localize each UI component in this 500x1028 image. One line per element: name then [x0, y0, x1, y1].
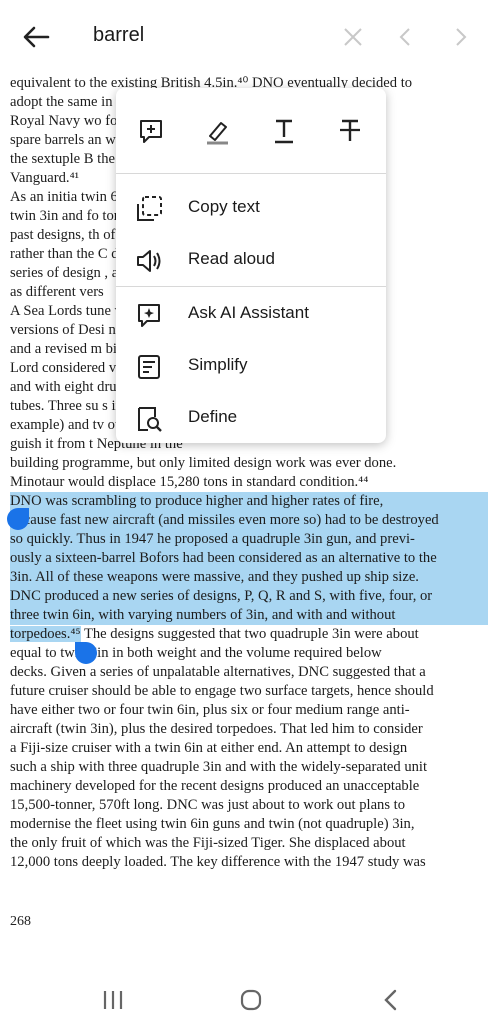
- simplify-menu-item[interactable]: Simplify: [116, 340, 386, 392]
- highlight-icon[interactable]: [202, 116, 232, 146]
- highlighted-text-line[interactable]: ously a sixteen-barrel Bofors had been c…: [10, 549, 488, 568]
- home-icon[interactable]: [236, 986, 266, 1014]
- speaker-icon: [137, 250, 161, 272]
- copy-text-menu-item[interactable]: Copy text: [116, 182, 386, 234]
- highlighted-text-line[interactable]: three twin 6in, with varying numbers of …: [10, 606, 488, 625]
- highlighted-text-line[interactable]: because fast new aircraft (and missiles …: [10, 511, 488, 530]
- text-line[interactable]: 15,500-tonner, 570ft long. DNC was just …: [10, 796, 488, 815]
- text-line[interactable]: Minotaur would displace 15,280 tons in s…: [10, 473, 488, 492]
- menu-divider: [116, 173, 386, 174]
- add-comment-icon[interactable]: [136, 116, 166, 146]
- clear-search-icon[interactable]: [340, 24, 366, 50]
- highlighted-text-line[interactable]: 3in. All of these weapons were massive, …: [10, 568, 488, 587]
- text-line[interactable]: have either two or four twin 6in, plus s…: [10, 701, 488, 720]
- strikethrough-icon[interactable]: [335, 116, 365, 146]
- read-aloud-label: Read aloud: [188, 249, 275, 268]
- simplify-label: Simplify: [188, 355, 248, 374]
- search-input[interactable]: barrel: [93, 24, 144, 47]
- back-nav-icon[interactable]: [376, 986, 406, 1014]
- previous-result-icon[interactable]: [393, 24, 419, 50]
- selection-end-handle[interactable]: [75, 642, 97, 664]
- ask-ai-assistant-menu-item[interactable]: Ask AI Assistant: [116, 288, 386, 340]
- text-line[interactable]: aircraft (twin 3in), plus the desired to…: [10, 720, 488, 739]
- selection-context-menu: Copy text Read aloud Ask AI Assistant Si…: [116, 88, 386, 443]
- back-arrow-icon[interactable]: [20, 22, 52, 52]
- copy-text-icon: [137, 196, 162, 221]
- next-result-icon[interactable]: [447, 24, 473, 50]
- text-line[interactable]: building programme, but only limited des…: [10, 454, 488, 473]
- define-menu-item[interactable]: Define: [116, 392, 386, 444]
- text-line[interactable]: modernise the fleet using twin 6in guns …: [10, 815, 488, 834]
- text-fragment[interactable]: The designs suggested that two quadruple…: [81, 626, 419, 642]
- text-line[interactable]: a Fiji-size cruiser with a twin 6in at e…: [10, 739, 488, 758]
- menu-divider: [116, 286, 386, 287]
- text-line[interactable]: the only fruit of which was the Fiji-siz…: [10, 834, 488, 853]
- simplify-icon: [138, 355, 160, 379]
- system-navigation-bar: [0, 972, 500, 1028]
- underline-icon[interactable]: [269, 116, 299, 146]
- highlighted-text-line[interactable]: DNC produced a new series of designs, P,…: [10, 587, 488, 606]
- page-number: 268: [10, 914, 31, 929]
- selection-start-handle[interactable]: [7, 508, 29, 530]
- highlighted-text-line[interactable]: DNO was scrambling to produce higher and…: [10, 492, 488, 511]
- annotation-toolbar: [116, 88, 386, 173]
- recent-apps-icon[interactable]: [98, 986, 128, 1014]
- ask-ai-assistant-label: Ask AI Assistant: [188, 303, 309, 322]
- copy-text-label: Copy text: [188, 197, 260, 216]
- text-line[interactable]: decks. Given a series of unpalatable alt…: [10, 663, 488, 682]
- text-line[interactable]: 12,000 tons deeply loaded. The key diffe…: [10, 853, 488, 872]
- ai-sparkle-icon: [138, 304, 160, 327]
- top-bar: barrel: [0, 0, 500, 72]
- text-line[interactable]: future cruiser should be able to engage …: [10, 682, 488, 701]
- define-icon: [138, 407, 162, 432]
- read-aloud-menu-item[interactable]: Read aloud: [116, 234, 386, 286]
- highlighted-text-line[interactable]: so quickly. Thus in 1947 he proposed a q…: [10, 530, 488, 549]
- text-line[interactable]: such a ship with three quadruple 3in and…: [10, 758, 488, 777]
- text-line[interactable]: machinery developed for the recent desig…: [10, 777, 488, 796]
- highlighted-text-fragment[interactable]: torpedoes.⁴⁵: [10, 626, 81, 642]
- define-label: Define: [188, 407, 238, 426]
